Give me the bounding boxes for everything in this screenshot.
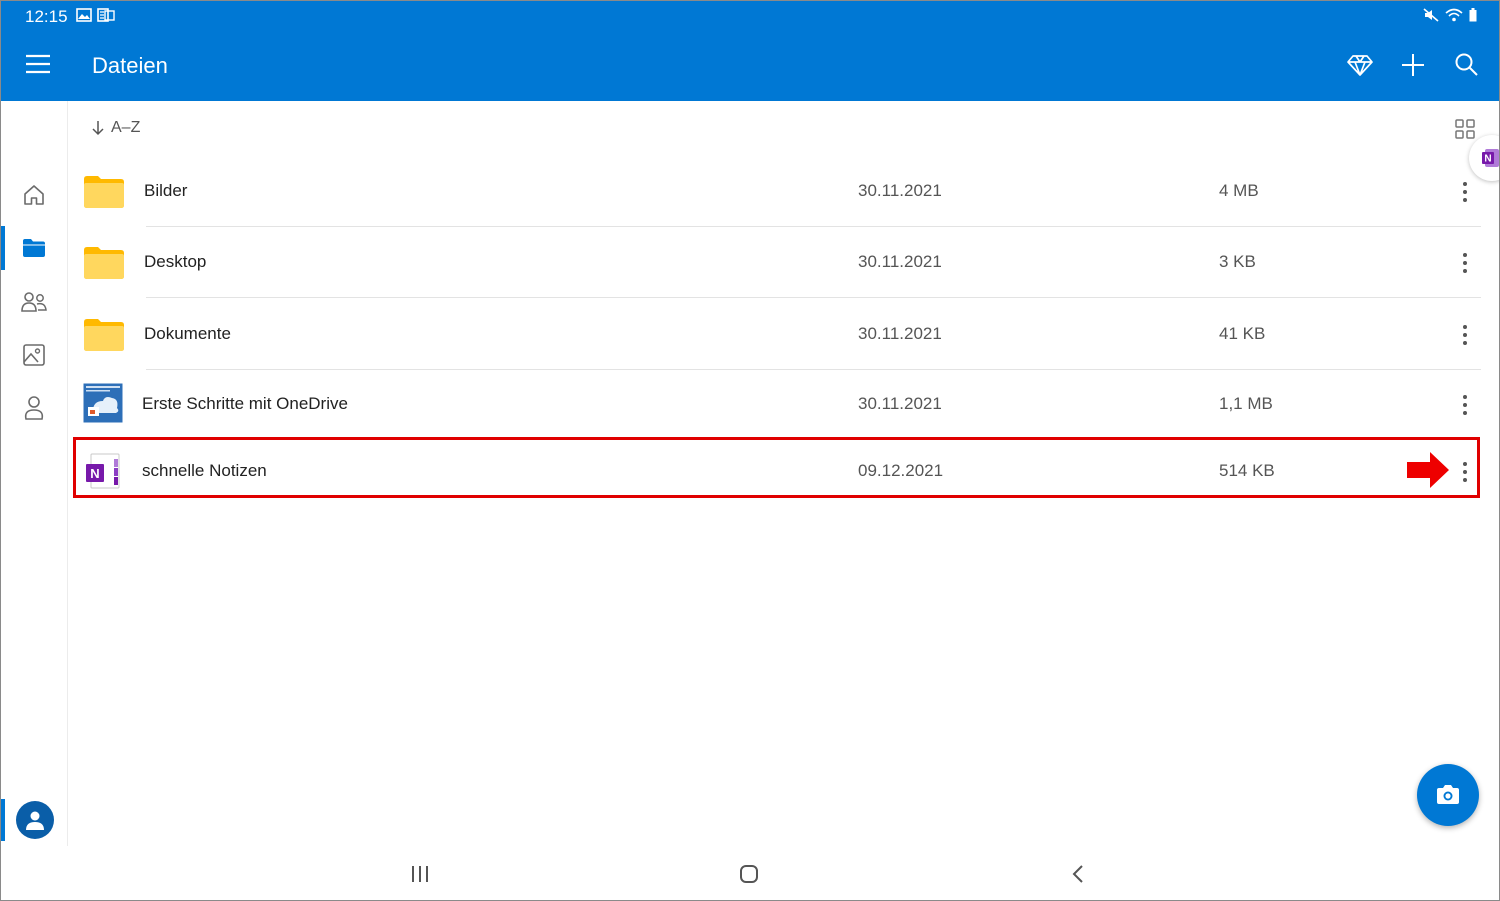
rail-item-files[interactable] — [1, 226, 67, 270]
more-options-icon[interactable] — [1453, 177, 1477, 207]
home-circle-icon — [740, 865, 758, 883]
page-title: Dateien — [92, 53, 168, 78]
add-button[interactable] — [1399, 51, 1429, 81]
file-size: 3 KB — [1219, 252, 1256, 271]
search-button[interactable] — [1453, 51, 1483, 81]
list-item[interactable]: Erste Schritte mit OneDrive 30.11.2021 1… — [67, 370, 1487, 440]
wifi-icon — [1445, 8, 1463, 22]
battery-icon — [1469, 8, 1477, 22]
row-divider — [146, 226, 1481, 227]
folder-icon — [84, 176, 124, 208]
file-date: 30.11.2021 — [858, 324, 942, 343]
file-name: Bilder — [144, 181, 188, 200]
list-item[interactable]: Dokumente 30.11.2021 41 KB — [67, 300, 1487, 370]
gallery-notification-icon — [76, 8, 92, 22]
account-avatar[interactable] — [16, 801, 54, 839]
status-time: 12:15 — [25, 7, 68, 26]
more-options-icon[interactable] — [1453, 320, 1477, 350]
list-item[interactable]: Desktop 30.11.2021 3 KB — [67, 228, 1487, 298]
people-icon — [21, 292, 47, 312]
folder-icon — [84, 319, 124, 351]
folder-icon — [84, 247, 124, 279]
rail-item-me[interactable] — [1, 386, 67, 430]
file-size: 41 KB — [1219, 324, 1266, 343]
file-size: 1,1 MB — [1219, 394, 1273, 413]
search-icon — [1455, 53, 1478, 76]
sort-label: A–Z — [111, 119, 141, 136]
premium-button[interactable] — [1346, 51, 1376, 81]
diamond-icon — [1347, 55, 1373, 76]
home-icon — [24, 185, 44, 205]
status-notifications — [76, 7, 115, 23]
system-nav-bar — [1, 846, 1499, 900]
list-item[interactable]: Bilder 30.11.2021 4 MB — [67, 157, 1487, 227]
nav-rail — [1, 101, 68, 846]
file-date: 30.11.2021 — [858, 394, 942, 413]
pdf-thumbnail-icon — [83, 383, 123, 423]
highlight-box — [73, 437, 1480, 498]
camera-button[interactable] — [1417, 764, 1479, 826]
file-size: 4 MB — [1219, 181, 1259, 200]
view-toggle-button[interactable] — [1454, 118, 1476, 140]
app-bar: 12:15 Dateien — [1, 1, 1499, 101]
photos-icon — [23, 344, 45, 366]
rail-item-photos[interactable] — [1, 333, 67, 377]
person-icon — [24, 396, 44, 420]
avatar-person-icon — [26, 811, 44, 830]
office-notification-icon — [97, 8, 115, 22]
hamburger-icon — [26, 54, 50, 74]
rail-item-shared[interactable] — [1, 280, 67, 324]
menu-button[interactable] — [25, 53, 53, 79]
red-arrow-icon — [1407, 452, 1449, 488]
arrow-down-icon — [92, 121, 104, 136]
recents-icon — [412, 866, 428, 882]
file-name: Erste Schritte mit OneDrive — [142, 394, 348, 413]
rail-item-home[interactable] — [1, 173, 67, 217]
recent-apps-button[interactable] — [406, 860, 434, 888]
file-date: 30.11.2021 — [858, 181, 942, 200]
plus-icon — [1402, 54, 1424, 76]
row-divider — [146, 297, 1481, 298]
back-chevron-icon — [1072, 865, 1083, 883]
profile-active-indicator — [1, 799, 5, 841]
more-options-icon[interactable] — [1453, 248, 1477, 278]
mute-icon — [1423, 8, 1439, 22]
sort-button[interactable]: A–Z — [91, 119, 140, 137]
folder-icon — [23, 239, 45, 257]
app-window: 12:15 Dateien A–Z N Bilder 30.11.2021 4 … — [0, 0, 1500, 901]
status-system-icons — [1423, 8, 1477, 22]
grid-view-icon — [1455, 119, 1475, 139]
back-button[interactable] — [1064, 860, 1092, 888]
camera-icon — [1437, 785, 1459, 804]
file-date: 30.11.2021 — [858, 252, 942, 271]
home-button[interactable] — [735, 860, 763, 888]
file-name: Dokumente — [144, 324, 231, 343]
file-name: Desktop — [144, 252, 207, 271]
more-options-icon[interactable] — [1453, 390, 1477, 420]
